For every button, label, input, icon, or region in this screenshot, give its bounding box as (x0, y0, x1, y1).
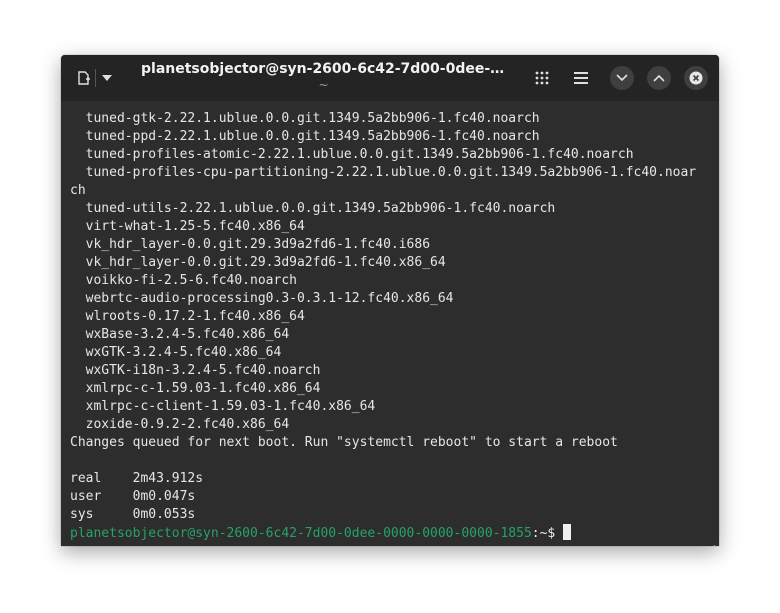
chevron-down-icon[interactable] (96, 65, 118, 91)
terminal-line: xmlrpc-c-client-1.59.03-1.fc40.x86_64 (70, 399, 376, 414)
terminal-line: real 2m43.912s (70, 471, 204, 486)
menu-icon[interactable] (569, 66, 593, 90)
terminal-line: voikko-fi-2.5-6.fc40.noarch (70, 273, 297, 288)
minimize-icon[interactable] (610, 66, 634, 90)
terminal-line: zoxide-0.9.2-2.fc40.x86_64 (70, 417, 290, 432)
terminal-line: vk_hdr_layer-0.0.git.29.3d9a2fd6-1.fc40.… (70, 255, 446, 270)
prompt-dir: :~$ (531, 526, 564, 541)
terminal-line: wxGTK-i18n-3.2.4-5.fc40.noarch (70, 363, 321, 378)
terminal-line: sys 0m0.053s (70, 507, 196, 522)
grid-icon[interactable] (530, 66, 554, 90)
scrollbar[interactable] (713, 545, 716, 546)
text-cursor (563, 524, 572, 540)
terminal-line: virt-what-1.25-5.fc40.x86_64 (70, 219, 305, 234)
terminal-lines: tuned-gtk-2.22.1.ublue.0.0.git.1349.5a2b… (70, 110, 710, 542)
titlebar: planetsobjector@syn-2600-6c42-7d00-0dee-… (61, 55, 719, 101)
terminal-output[interactable]: tuned-gtk-2.22.1.ublue.0.0.git.1349.5a2b… (61, 101, 719, 546)
terminal-line: wxBase-3.2.4-5.fc40.x86_64 (70, 327, 290, 342)
terminal-line: Changes queued for next boot. Run "syste… (70, 435, 618, 450)
terminal-line: user 0m0.047s (70, 489, 196, 504)
terminal-line: wlroots-0.17.2-1.fc40.x86_64 (70, 309, 305, 324)
terminal-line: webrtc-audio-processing0.3-0.3.1-12.fc40… (70, 291, 454, 306)
terminal-line: xmlrpc-c-1.59.03-1.fc40.x86_64 (70, 381, 321, 396)
window-subtitle: ~ (318, 78, 329, 92)
terminal-line: wxGTK-3.2.4-5.fc40.x86_64 (70, 345, 282, 360)
prompt-line: planetsobjector@syn-2600-6c42-7d00-0dee-… (70, 524, 710, 542)
prompt-user-host: planetsobjector@syn-2600-6c42-7d00-0dee-… (70, 526, 532, 541)
terminal-line: tuned-profiles-cpu-partitioning-2.22.1.u… (70, 165, 697, 180)
new-tab-icon[interactable] (73, 65, 95, 91)
maximize-icon[interactable] (647, 66, 671, 90)
terminal-line: ch (70, 183, 86, 198)
terminal-window: planetsobjector@syn-2600-6c42-7d00-0dee-… (61, 55, 719, 546)
terminal-line: tuned-ppd-2.22.1.ublue.0.0.git.1349.5a2b… (70, 129, 540, 144)
terminal-line: tuned-utils-2.22.1.ublue.0.0.git.1349.5a… (70, 201, 556, 216)
terminal-line: vk_hdr_layer-0.0.git.29.3d9a2fd6-1.fc40.… (70, 237, 431, 252)
terminal-line: tuned-profiles-atomic-2.22.1.ublue.0.0.g… (70, 147, 634, 162)
new-tab-split-button[interactable] (73, 65, 121, 91)
window-title: planetsobjector@syn-2600-6c42-7d00-0dee-… (141, 61, 506, 77)
terminal-line: tuned-gtk-2.22.1.ublue.0.0.git.1349.5a2b… (70, 111, 540, 126)
close-icon[interactable] (684, 66, 708, 90)
